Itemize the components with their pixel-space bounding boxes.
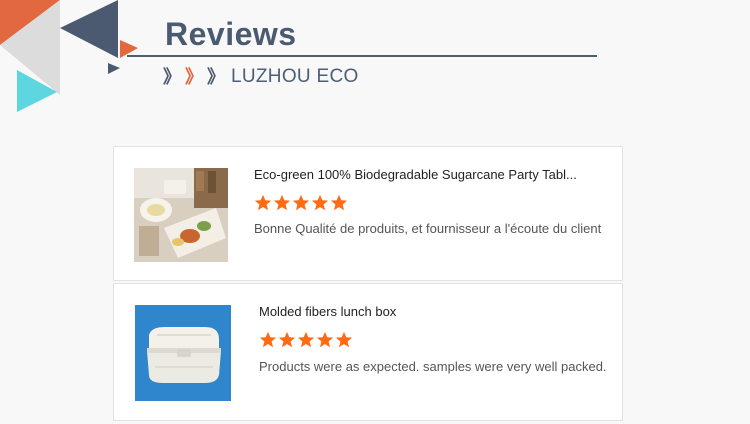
lunch-box-photo-icon [135,305,231,401]
star-icon [259,331,277,348]
star-rating [254,194,349,212]
chevron-icon: 》 [185,67,203,87]
review-card: Eco-green 100% Biodegradable Sugarcane P… [113,146,623,281]
section-subtitle: LUZHOU ECO [231,66,359,87]
section-title: Reviews [165,16,297,52]
review-card: Molded fibers lunch box Products were as… [113,283,623,421]
product-image[interactable] [135,305,231,401]
star-icon [297,331,315,348]
product-image[interactable] [134,168,228,262]
product-name-link[interactable]: Eco-green 100% Biodegradable Sugarcane P… [254,167,577,182]
star-icon [273,194,291,211]
star-icon [330,194,348,211]
star-rating [259,331,354,349]
decorative-triangles [0,0,138,112]
star-icon [335,331,353,348]
slate-triangle [60,0,118,58]
star-icon [316,331,334,348]
chevron-icon: 》 [163,67,181,87]
star-icon [311,194,329,211]
star-icon [254,194,272,211]
star-icon [292,194,310,211]
subtitle-row: 》 》 》 LUZHOU ECO [163,66,359,88]
small-slate-triangle [108,63,120,74]
review-comment: Bonne Qualité de produits, et fournisseu… [254,221,602,236]
sugarcane-tableware-photo-icon [134,168,228,262]
product-name-link[interactable]: Molded fibers lunch box [259,304,396,319]
title-underline [127,55,597,57]
star-icon [278,331,296,348]
review-comment: Products were as expected. samples were … [259,359,607,374]
chevron-icon: 》 [207,67,225,87]
